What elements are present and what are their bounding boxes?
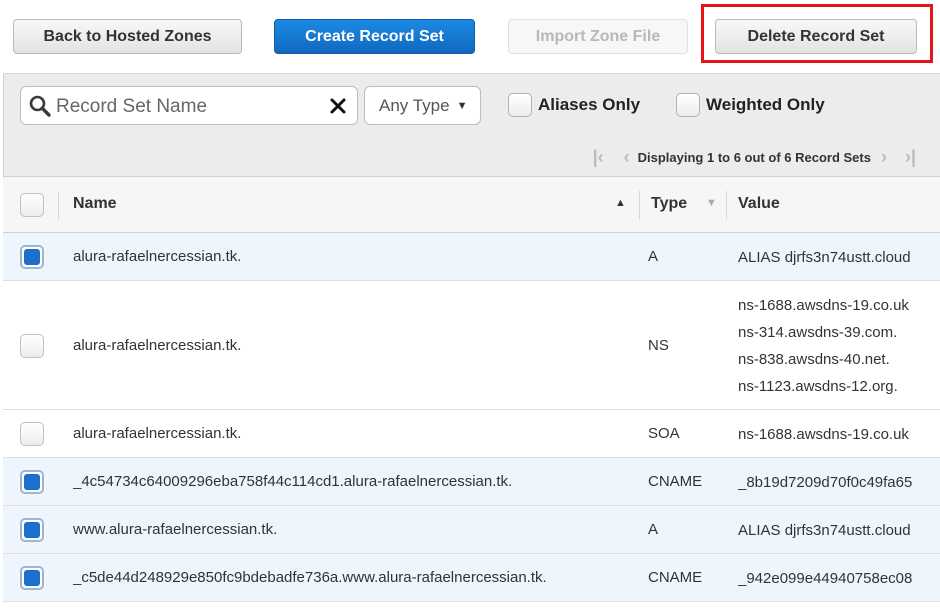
import-zone-file-button[interactable]: Import Zone File <box>508 19 688 54</box>
record-type: NS <box>648 337 669 354</box>
clear-icon[interactable] <box>325 93 351 119</box>
table-row[interactable]: alura-rafaelnercessian.tk. NS ns-1688.awsd… <box>3 281 940 410</box>
record-value: ALIAS djrfs3n74ustt.cloud <box>738 244 940 271</box>
column-header-type[interactable]: Type <box>651 195 687 213</box>
record-name: alura-rafaelnercessian.tk. <box>73 425 242 442</box>
search-input[interactable]: Record Set Name <box>20 86 358 125</box>
table-row[interactable]: _c5de44d248929e850fc9bdebadfe736a.www.al… <box>3 554 940 602</box>
row-checkbox[interactable] <box>20 245 44 269</box>
column-header-name[interactable]: Name <box>73 195 117 213</box>
next-page-icon[interactable]: › <box>881 147 887 168</box>
weighted-only-label: Weighted Only <box>706 95 825 114</box>
record-value-line: ns-1688.awsdns-19.co.uk <box>738 426 909 443</box>
record-value-line: ALIAS djrfs3n74ustt.cloud <box>738 522 911 539</box>
table-row[interactable]: www.alura-rafaelnercessian.tk. A ALIAS djr… <box>3 506 940 554</box>
record-value-line: ns-1123.awsdns-12.org. <box>738 378 898 395</box>
pager-text: Displaying 1 to 6 out of 6 Record Sets <box>637 150 871 165</box>
record-value-line: ALIAS djrfs3n74ustt.cloud <box>738 249 911 266</box>
table-row[interactable]: _4c54734c64009296eba758f44c114cd1.alura-… <box>3 458 940 506</box>
record-value-line: _942e099e44940758ec08 <box>738 570 913 587</box>
pagination: |‹ ‹ Displaying 1 to 6 out of 6 Record S… <box>593 147 916 168</box>
chevron-down-icon: ▼ <box>456 99 468 112</box>
row-checkbox[interactable] <box>20 470 44 494</box>
row-checkbox[interactable] <box>20 334 44 358</box>
record-type-select[interactable]: Any Type ▼ <box>364 86 481 125</box>
search-icon <box>29 95 51 117</box>
record-type: A <box>648 248 659 265</box>
table-body: alura-rafaelnercessian.tk. A ALIAS djrfs3n… <box>3 233 940 602</box>
aliases-only-checkbox[interactable] <box>508 93 532 117</box>
last-page-icon[interactable]: ›| <box>905 147 916 168</box>
record-type: SOA <box>648 425 680 442</box>
record-value-line: ns-314.awsdns-39.com. <box>738 324 898 341</box>
record-value-line: ns-1688.awsdns-19.co.uk <box>738 297 909 314</box>
record-value: ALIAS djrfs3n74ustt.cloud <box>738 517 940 544</box>
record-sets-table: Name ▲ Type ▼ Value alura-rafaelnercessi… <box>3 176 940 602</box>
sort-ascending-icon[interactable]: ▲ <box>615 197 626 209</box>
table-header: Name ▲ Type ▼ Value <box>3 176 940 233</box>
record-name: alura-rafaelnercessian.tk. <box>73 337 242 354</box>
row-checkbox[interactable] <box>20 566 44 590</box>
create-record-set-button[interactable]: Create Record Set <box>274 19 475 54</box>
record-name: alura-rafaelnercessian.tk. <box>73 248 242 265</box>
back-to-hosted-zones-button[interactable]: Back to Hosted Zones <box>13 19 242 54</box>
search-placeholder: Record Set Name <box>56 96 208 117</box>
record-name: www.alura-rafaelnercessian.tk. <box>73 521 278 538</box>
filter-panel: Record Set Name Any Type ▼ Aliases Only … <box>3 73 940 176</box>
record-type: A <box>648 521 659 538</box>
record-type: CNAME <box>648 569 703 586</box>
record-name: _c5de44d248929e850fc9bdebadfe736a.www.al… <box>73 569 547 586</box>
select-all-checkbox[interactable] <box>20 193 44 217</box>
delete-button-highlight-box <box>701 4 933 63</box>
record-value-line: _8b19d7209d70f0c49fa65 <box>738 474 913 491</box>
record-name: _4c54734c64009296eba758f44c114cd1.alura-… <box>73 473 513 490</box>
record-value: _8b19d7209d70f0c49fa65 <box>738 469 940 496</box>
record-value: ns-1688.awsdns-19.co.uk ns-314.awsdns-39.… <box>738 292 940 400</box>
row-checkbox[interactable] <box>20 518 44 542</box>
record-type: CNAME <box>648 473 703 490</box>
table-row[interactable]: alura-rafaelnercessian.tk. A ALIAS djrfs3n… <box>3 233 940 281</box>
toolbar: Back to Hosted Zones Create Record Set I… <box>0 0 940 70</box>
aliases-only-label: Aliases Only <box>538 95 641 114</box>
column-header-value[interactable]: Value <box>738 195 780 213</box>
weighted-only-checkbox[interactable] <box>676 93 700 117</box>
table-row[interactable]: alura-rafaelnercessian.tk. SOA ns-1688.aws… <box>3 410 940 458</box>
record-value: ns-1688.awsdns-19.co.uk <box>738 421 940 448</box>
route53-record-sets-page: Back to Hosted Zones Create Record Set I… <box>0 0 940 609</box>
record-value-line: ns-838.awsdns-40.net. <box>738 351 890 368</box>
first-page-icon[interactable]: |‹ <box>593 147 604 168</box>
record-type-value: Any Type <box>379 95 450 115</box>
previous-page-icon[interactable]: ‹ <box>624 147 630 168</box>
record-value: _942e099e44940758ec08 <box>738 565 940 592</box>
row-checkbox[interactable] <box>20 422 44 446</box>
sort-descending-icon[interactable]: ▼ <box>706 197 717 209</box>
